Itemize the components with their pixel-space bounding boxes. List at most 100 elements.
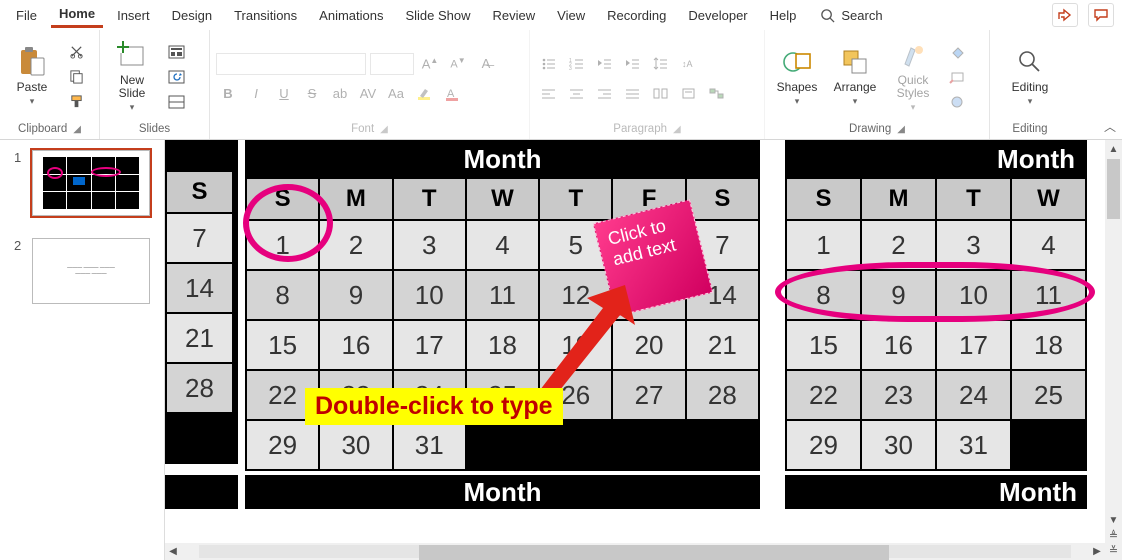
menu-design[interactable]: Design	[164, 4, 220, 27]
group-slides: New Slide ▾ Slides	[100, 30, 210, 139]
scroll-up-button[interactable]: ▲	[1106, 142, 1121, 157]
align-right-icon	[597, 87, 612, 100]
align-left-button[interactable]	[536, 83, 560, 105]
editing-button[interactable]: Editing▾	[1004, 42, 1056, 111]
align-right-button[interactable]	[592, 83, 616, 105]
slide-reset-button[interactable]	[164, 66, 188, 88]
menu-slideshow[interactable]: Slide Show	[397, 4, 478, 27]
slide-section-button[interactable]	[164, 91, 188, 113]
menu-view[interactable]: View	[549, 4, 593, 27]
scroll-track[interactable]	[199, 545, 1071, 558]
underline-button[interactable]: U	[272, 83, 296, 105]
smartart-button[interactable]	[704, 83, 728, 105]
ink-ellipse-week2[interactable]	[775, 262, 1095, 322]
menu-developer[interactable]: Developer	[680, 4, 755, 27]
font-color-button[interactable]: A	[440, 83, 464, 105]
line-spacing-button[interactable]	[648, 53, 672, 75]
menu-review[interactable]: Review	[485, 4, 544, 27]
shape-outline-button[interactable]	[945, 66, 969, 88]
format-painter-button[interactable]	[64, 91, 88, 113]
slide-canvas[interactable]: S 7 14 21 28 Month SMTWTFS12345678910111…	[165, 140, 1122, 560]
red-arrow[interactable]	[525, 280, 645, 400]
paste-button[interactable]: Paste ▾	[6, 42, 58, 111]
bullets-button[interactable]	[536, 53, 560, 75]
scroll-thumb[interactable]	[419, 545, 889, 560]
slide-thumbnail-1[interactable]	[32, 150, 150, 216]
columns-button[interactable]	[648, 83, 672, 105]
increase-font-button[interactable]: A▲	[418, 53, 442, 75]
font-name-combo[interactable]	[216, 53, 366, 75]
decrease-font-icon: A▼	[450, 56, 465, 71]
new-slide-button[interactable]: New Slide ▾	[106, 36, 158, 117]
decrease-font-button[interactable]: A▼	[446, 53, 470, 75]
increase-indent-button[interactable]	[620, 53, 644, 75]
text-direction-button[interactable]: ↕A	[676, 53, 700, 75]
dialog-launcher-icon[interactable]: ◢	[673, 124, 681, 135]
quick-styles-button[interactable]: Quick Styles▾	[887, 36, 939, 117]
change-case-button[interactable]: Aa	[384, 83, 408, 105]
shapes-label: Shapes	[777, 80, 818, 94]
menu-recording[interactable]: Recording	[599, 4, 674, 27]
cal-cell: 15	[787, 321, 860, 369]
dialog-launcher-icon[interactable]: ◢	[380, 124, 388, 135]
cal-cell: 29	[787, 421, 860, 469]
ink-circle-day1[interactable]	[243, 184, 333, 262]
share-button[interactable]	[1052, 3, 1078, 27]
align-text-button[interactable]	[676, 83, 700, 105]
menu-insert[interactable]: Insert	[109, 4, 158, 27]
shape-effects-button[interactable]	[945, 91, 969, 113]
menu-home[interactable]: Home	[51, 2, 103, 28]
prev-slide-button[interactable]: ≜	[1106, 528, 1121, 543]
italic-button[interactable]: I	[244, 83, 268, 105]
vertical-scrollbar[interactable]: ▲ ▼ ≜ ≚	[1105, 140, 1122, 560]
cal-cell: 4	[467, 221, 538, 269]
cal-cell: 16	[320, 321, 391, 369]
collapse-ribbon-button[interactable]: ︿	[1104, 118, 1116, 135]
cal-cell: 1	[787, 221, 860, 269]
dialog-launcher-icon[interactable]: ◢	[897, 124, 905, 135]
clear-formatting-button[interactable]: A̶	[474, 53, 498, 75]
menu-transitions[interactable]: Transitions	[226, 4, 305, 27]
slide-thumbnail-2[interactable]: ——— ——— —————— ———	[32, 238, 150, 304]
numbering-icon: 123	[569, 57, 584, 70]
increase-indent-icon	[625, 57, 640, 70]
search-label: Search	[841, 8, 882, 23]
justify-button[interactable]	[620, 83, 644, 105]
decrease-indent-button[interactable]	[592, 53, 616, 75]
shapes-button[interactable]: Shapes▾	[771, 42, 823, 111]
scroll-down-button[interactable]: ▼	[1106, 513, 1121, 528]
scroll-right-button[interactable]: ▶	[1089, 544, 1105, 559]
char-spacing-button[interactable]: AV	[356, 83, 380, 105]
next-slide-button[interactable]: ≚	[1106, 543, 1121, 558]
menu-help[interactable]: Help	[762, 4, 805, 27]
cal-cell: 14	[167, 264, 232, 312]
underline-icon: U	[279, 86, 288, 101]
strike-button[interactable]: S	[300, 83, 324, 105]
group-label-paragraph: Paragraph	[613, 123, 667, 135]
numbering-button[interactable]: 123	[564, 53, 588, 75]
slide-layout-button[interactable]	[164, 41, 188, 63]
bold-button[interactable]: B	[216, 83, 240, 105]
thumb1-ellipse	[91, 167, 121, 177]
horizontal-scrollbar[interactable]: ◀ ▶	[165, 543, 1105, 560]
cut-button[interactable]	[64, 41, 88, 63]
menu-file[interactable]: File	[8, 4, 45, 27]
group-editing: Editing▾ Editing	[990, 30, 1070, 139]
dialog-launcher-icon[interactable]: ◢	[73, 124, 81, 135]
copy-button[interactable]	[64, 66, 88, 88]
menu-search[interactable]: Search	[820, 8, 882, 23]
slide-area[interactable]: S 7 14 21 28 Month SMTWTFS12345678910111…	[165, 140, 1122, 560]
cal-cell	[613, 421, 684, 469]
cal-cell: 18	[1012, 321, 1085, 369]
cal-cell	[687, 421, 758, 469]
comments-button[interactable]	[1088, 3, 1114, 27]
scroll-thumb[interactable]	[1107, 159, 1120, 219]
shadow-button[interactable]: ab	[328, 83, 352, 105]
align-center-button[interactable]	[564, 83, 588, 105]
shape-fill-button[interactable]	[945, 41, 969, 63]
arrange-button[interactable]: Arrange▾	[829, 42, 881, 111]
menu-animations[interactable]: Animations	[311, 4, 391, 27]
highlight-button[interactable]	[412, 83, 436, 105]
font-size-combo[interactable]	[370, 53, 414, 75]
scroll-left-button[interactable]: ◀	[165, 544, 181, 559]
